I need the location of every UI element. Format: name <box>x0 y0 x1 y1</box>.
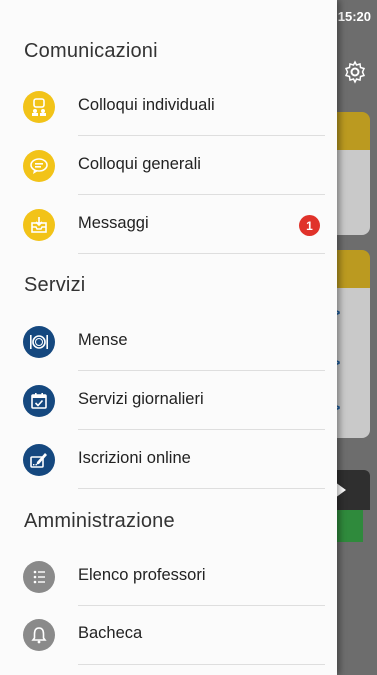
drawer-item-colloqui-generali[interactable]: Colloqui generali <box>0 137 337 195</box>
drawer-item-label: Colloqui generali <box>78 155 201 173</box>
drawer-item-label: Iscrizioni online <box>78 449 191 467</box>
drawer-item-label: Colloqui individuali <box>78 96 215 114</box>
drawer-item-elenco-professori[interactable]: Elenco professori <box>0 548 337 606</box>
section-title-servizi: Servizi <box>24 274 86 296</box>
people-meeting-icon <box>23 91 55 123</box>
divider <box>78 370 325 371</box>
drawer-item-servizi-giornalieri[interactable]: Servizi giornalieri <box>0 372 337 430</box>
gear-icon <box>343 60 367 84</box>
divider <box>78 488 325 489</box>
divider <box>78 194 325 195</box>
divider <box>78 429 325 430</box>
drawer-item-messaggi[interactable]: Messaggi 1 <box>0 196 337 254</box>
divider <box>78 135 325 136</box>
drawer-item-bacheca[interactable]: Bacheca <box>0 606 337 664</box>
chat-bubble-icon <box>23 150 55 182</box>
drawer-item-label: Mense <box>78 331 128 349</box>
section-title-amministrazione: Amministrazione <box>24 510 175 532</box>
navigation-drawer: Comunicazioni Colloqui individuali Collo… <box>0 0 337 675</box>
divider <box>78 253 325 254</box>
section-title-comunicazioni: Comunicazioni <box>24 40 158 62</box>
calendar-check-icon <box>23 385 55 417</box>
drawer-item-label: Bacheca <box>78 624 143 642</box>
drawer-item-iscrizioni-online[interactable]: Iscrizioni online <box>0 431 337 489</box>
list-icon <box>23 561 55 593</box>
drawer-item-label: Servizi giornalieri <box>78 390 204 408</box>
bell-icon <box>23 619 55 651</box>
drawer-item-label: Messaggi <box>78 214 149 232</box>
divider <box>78 664 325 665</box>
inbox-icon <box>23 209 55 241</box>
unread-count-badge: 1 <box>299 215 320 236</box>
edit-form-icon <box>23 444 55 476</box>
plate-cutlery-icon <box>23 326 55 358</box>
drawer-item-mense[interactable]: Mense <box>0 313 337 371</box>
drawer-item-colloqui-individuali[interactable]: Colloqui individuali <box>0 78 337 136</box>
drawer-item-label: Elenco professori <box>78 566 206 584</box>
status-time: 15:20 <box>337 9 371 24</box>
